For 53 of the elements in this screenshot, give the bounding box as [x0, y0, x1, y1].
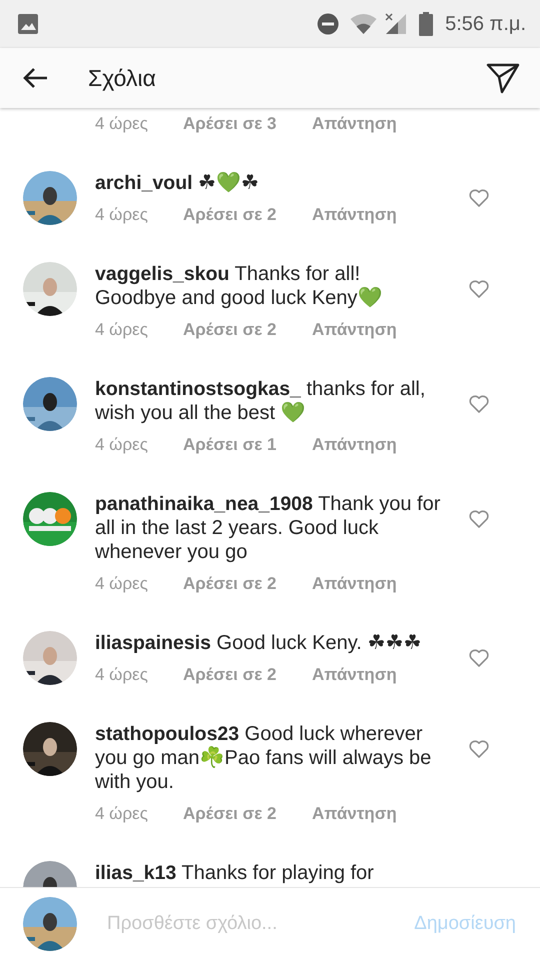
- reply-button[interactable]: Απάντηση: [312, 663, 397, 687]
- heart-icon: [469, 740, 489, 758]
- likes-link[interactable]: Αρέσει σε 1: [183, 433, 312, 457]
- paper-plane-icon: [486, 62, 520, 94]
- comment-text: ilias_k13 Thanks for playing for: [95, 861, 375, 885]
- like-button[interactable]: [469, 740, 489, 758]
- status-time: 5:56 π.μ.: [445, 12, 526, 37]
- reply-button[interactable]: Απάντηση: [312, 203, 397, 227]
- heart-icon: [469, 280, 489, 298]
- reply-button[interactable]: Απάντηση: [312, 802, 397, 826]
- comment-input[interactable]: Προσθέστε σχόλιο...: [105, 908, 414, 940]
- likes-link[interactable]: Αρέσει σε 2: [183, 203, 312, 227]
- like-button[interactable]: [469, 280, 489, 298]
- send-button[interactable]: [486, 62, 520, 94]
- like-button[interactable]: [469, 510, 489, 528]
- back-button[interactable]: [22, 67, 48, 89]
- like-button[interactable]: [469, 395, 489, 413]
- like-button[interactable]: [469, 189, 489, 207]
- comment-text: konstantinostsogkas_ thanks for all, wish you all the best 💚: [95, 377, 426, 425]
- heart-icon: [469, 649, 489, 667]
- comment-time: 4 ώρες: [95, 573, 149, 595]
- screen-title: Σχόλια: [88, 64, 156, 93]
- do-not-disturb-icon: [317, 13, 340, 35]
- reply-button[interactable]: Απάντηση: [312, 112, 397, 136]
- heart-icon: [469, 510, 489, 528]
- comment-time: 4 ώρες: [95, 434, 149, 456]
- back-arrow-icon: [22, 67, 48, 89]
- likes-link[interactable]: Αρέσει σε 2: [183, 663, 312, 687]
- battery-icon: [419, 12, 434, 36]
- comment-text: vaggelis_skou Thanks for all! Goodbye and good luck Keny💚: [95, 262, 384, 310]
- comment-time: 4 ώρες: [95, 113, 149, 135]
- heart-icon: [469, 395, 489, 413]
- comment-text: panathinaika_nea_1908 Thank you for all in the last 2 years. Good luck whenever you go: [95, 492, 442, 564]
- comment-time: 4 ώρες: [95, 319, 149, 341]
- reply-button[interactable]: Απάντηση: [312, 572, 397, 596]
- heart-icon: [469, 189, 489, 207]
- like-button[interactable]: [469, 649, 489, 667]
- likes-link[interactable]: Αρέσει σε 2: [183, 572, 312, 596]
- cell-signal-icon: [385, 13, 408, 35]
- comment-text: archi_voul ☘💚☘: [95, 171, 260, 195]
- image-icon: [17, 13, 39, 35]
- reply-button[interactable]: Απάντηση: [312, 433, 397, 457]
- comment-time: 4 ώρες: [95, 664, 149, 686]
- comment-time: 4 ώρες: [95, 204, 149, 226]
- reply-button[interactable]: Απάντηση: [312, 318, 397, 342]
- comment-text: stathopoulos23 Good luck wherever you go man☘Pao fans will always be with you.: [95, 722, 432, 794]
- wifi-icon: [350, 14, 378, 34]
- post-button[interactable]: Δημοσίευση: [414, 910, 516, 938]
- comment-text: iliaspainesis Good luck Keny. ☘☘☘: [95, 631, 422, 655]
- likes-link[interactable]: Αρέσει σε 3: [183, 112, 312, 136]
- likes-link[interactable]: Αρέσει σε 2: [183, 318, 312, 342]
- likes-link[interactable]: Αρέσει σε 2: [183, 802, 312, 826]
- comment-time: 4 ώρες: [95, 803, 149, 825]
